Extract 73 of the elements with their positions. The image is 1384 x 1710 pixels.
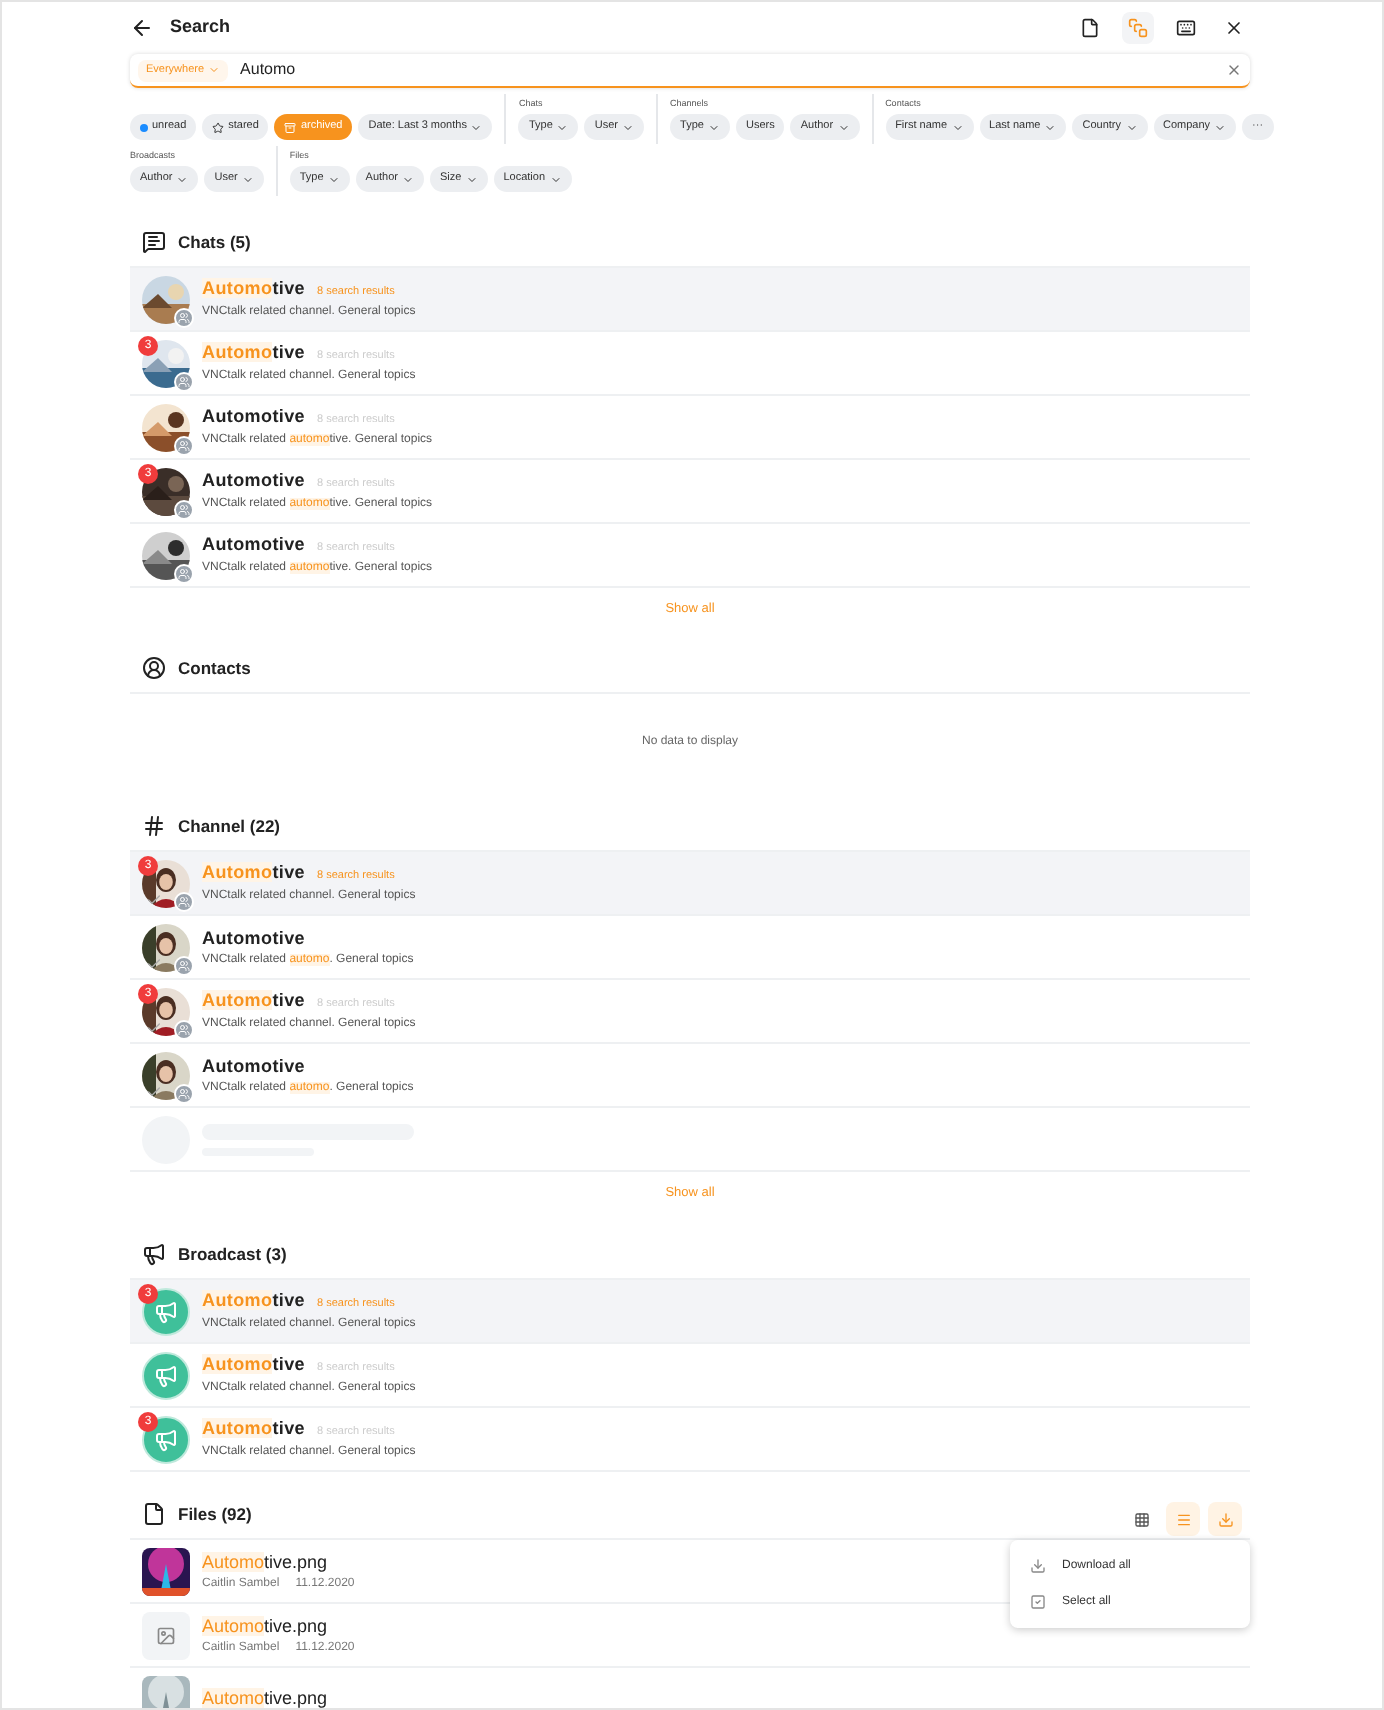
chevron-icon — [327, 173, 340, 185]
grid-icon — [1133, 1511, 1149, 1527]
result-title: Automotive — [202, 1420, 306, 1439]
result-title: Automotive — [202, 929, 305, 947]
chevron-icon — [707, 121, 720, 133]
check-icon — [146, 1083, 162, 1099]
saved-search-icon — [1128, 18, 1148, 38]
checkbox-icon — [1030, 1594, 1046, 1610]
result-title: Automotive — [202, 1057, 305, 1075]
chevron-icon — [951, 121, 964, 133]
page-title: Search — [170, 14, 231, 41]
result-title: Automotive — [202, 1356, 306, 1375]
file-icon — [1080, 18, 1100, 38]
result-title: Automotive — [202, 408, 305, 427]
list-icon — [1175, 1511, 1191, 1527]
result-title: Automotive — [202, 280, 306, 299]
result-title: Automotive — [202, 992, 306, 1011]
result-title: Automotive — [202, 864, 306, 883]
check-icon — [146, 891, 162, 907]
chevron-icon — [1044, 121, 1057, 133]
image-icon — [156, 1625, 176, 1645]
chat-icon — [142, 230, 166, 254]
megaphone-icon — [154, 1427, 178, 1451]
group-icon — [174, 371, 194, 391]
group-icon — [174, 891, 194, 911]
star-icon — [212, 121, 225, 133]
megaphone-icon — [154, 1363, 178, 1387]
chevron-icon — [208, 64, 221, 76]
section-title: Contacts — [178, 655, 251, 681]
keyboard-icon — [1176, 18, 1196, 38]
chevron-icon — [241, 173, 254, 185]
result-title: Automotive — [202, 472, 305, 491]
group-icon — [174, 1083, 194, 1103]
result-title: Automotive — [202, 1292, 306, 1311]
download-icon — [1217, 1511, 1233, 1527]
chevron-icon — [465, 173, 478, 185]
saved-search-button[interactable] — [1122, 12, 1154, 44]
chevron-icon — [622, 121, 635, 133]
chevron-icon — [837, 121, 850, 133]
file-name: Automotive.png — [202, 1617, 330, 1635]
check-icon — [146, 955, 162, 971]
archive-icon — [284, 121, 297, 133]
chevron-icon — [402, 173, 414, 185]
chevron-icon — [556, 121, 569, 133]
close-icon — [1224, 18, 1244, 38]
hash-icon — [142, 814, 166, 838]
group-icon — [174, 1019, 194, 1039]
chevron-icon — [176, 173, 189, 185]
section-title: Chats (5) — [178, 229, 251, 255]
download-icon — [1030, 1558, 1046, 1574]
contact-icon — [142, 656, 166, 680]
megaphone-icon — [142, 1242, 166, 1266]
file-icon — [142, 1502, 166, 1526]
check-icon — [146, 1019, 162, 1035]
chevron-icon — [1125, 121, 1137, 133]
group-icon — [174, 307, 194, 327]
group-icon — [174, 499, 194, 519]
search-query: Automo — [240, 58, 296, 82]
chevron-icon — [549, 173, 561, 185]
chevron-icon — [470, 121, 483, 133]
section-title: Broadcast (3) — [178, 1241, 287, 1267]
file-name: Automotive.png — [202, 1553, 330, 1571]
group-icon — [174, 563, 194, 583]
clear-icon[interactable] — [1226, 62, 1242, 78]
result-title: Automotive — [202, 536, 305, 555]
section-title: Channel (22) — [178, 813, 281, 839]
back-icon[interactable] — [130, 16, 154, 40]
megaphone-icon — [154, 1299, 178, 1323]
group-icon — [174, 435, 194, 455]
chevron-icon — [1214, 121, 1227, 133]
section-title: Files (92) — [178, 1501, 252, 1527]
result-title: Automotive — [202, 344, 306, 363]
file-name: Automotive.png — [202, 1690, 328, 1708]
